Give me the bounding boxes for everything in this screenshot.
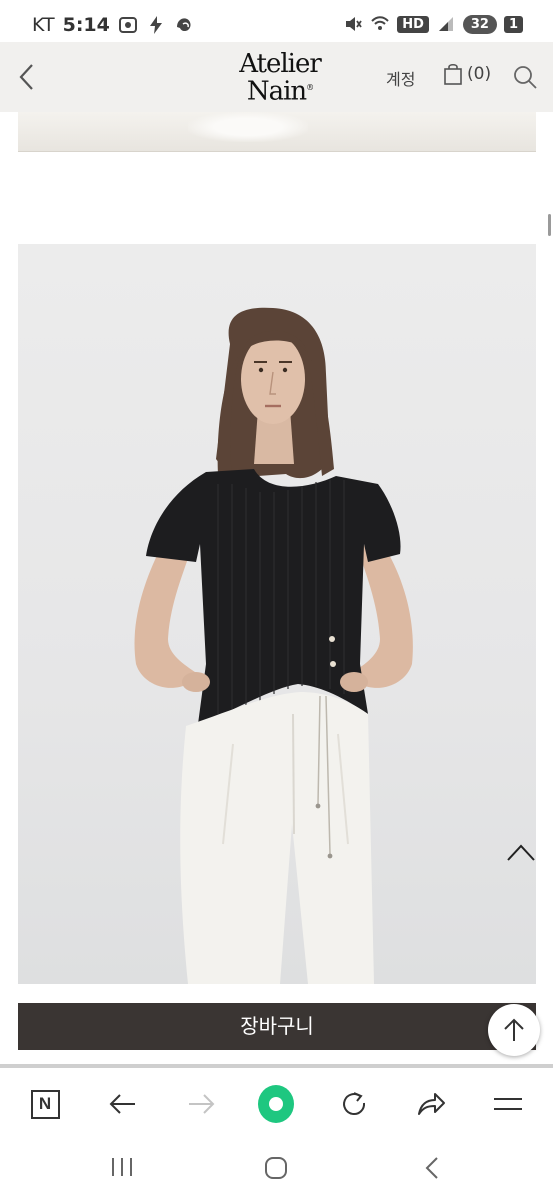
logo-line1: Atelier bbox=[239, 49, 322, 79]
arrow-up-icon bbox=[504, 1018, 524, 1041]
home-icon[interactable] bbox=[264, 1156, 288, 1180]
chevron-up-icon[interactable] bbox=[504, 840, 538, 866]
screenshot-icon bbox=[118, 17, 137, 33]
previous-product-image bbox=[18, 112, 536, 152]
arrow-left-icon bbox=[109, 1094, 135, 1114]
cart-count: (0) bbox=[467, 64, 492, 84]
browser-toolbar: N bbox=[0, 1068, 553, 1140]
site-header: Atelier Nain® 계정 (0) bbox=[0, 42, 553, 112]
signal-icon bbox=[438, 17, 453, 31]
green-dot-icon bbox=[258, 1085, 294, 1123]
arrow-right-icon bbox=[189, 1094, 215, 1114]
product-image[interactable] bbox=[18, 244, 536, 984]
system-back-icon[interactable] bbox=[422, 1156, 442, 1180]
naver-n-icon: N bbox=[30, 1089, 60, 1119]
naver-home-button[interactable]: N bbox=[27, 1086, 63, 1122]
wifi-icon bbox=[371, 16, 389, 30]
brand-logo[interactable]: Atelier Nain® bbox=[230, 49, 330, 107]
share-button[interactable] bbox=[413, 1086, 449, 1122]
account-link[interactable]: 계정 bbox=[386, 66, 415, 90]
app-notification-icon bbox=[176, 18, 191, 32]
notification-count-badge: 32 bbox=[462, 14, 497, 34]
green-dot-button[interactable] bbox=[258, 1085, 294, 1123]
logo-mark: ® bbox=[306, 83, 314, 92]
browser-back-button[interactable] bbox=[105, 1086, 141, 1122]
add-to-cart-button[interactable]: 장바구니 bbox=[18, 1003, 536, 1050]
hd-badge: HD bbox=[397, 15, 429, 33]
logo-line2: Nain bbox=[246, 76, 307, 107]
carrier-label: KT bbox=[32, 14, 55, 36]
scroll-to-top-button[interactable] bbox=[488, 1004, 540, 1056]
sim-badge: 1 bbox=[503, 15, 523, 33]
clock: 5:14 bbox=[62, 14, 110, 36]
share-icon bbox=[418, 1093, 445, 1115]
mute-icon bbox=[346, 17, 362, 31]
refresh-icon bbox=[343, 1092, 366, 1115]
status-right: HD 32 1 bbox=[343, 14, 523, 34]
browser-forward-button[interactable] bbox=[183, 1086, 219, 1122]
charging-bolt-icon bbox=[149, 16, 162, 34]
product-photo-illustration bbox=[134, 307, 413, 984]
recent-apps-icon[interactable] bbox=[110, 1156, 134, 1178]
scrollbar-thumb[interactable] bbox=[548, 214, 551, 236]
reload-button[interactable] bbox=[336, 1086, 372, 1122]
chevron-left-icon[interactable] bbox=[14, 59, 42, 95]
menu-icon bbox=[494, 1098, 522, 1110]
shopping-bag-icon bbox=[444, 63, 462, 85]
cart-link[interactable]: (0) bbox=[443, 62, 491, 86]
search-icon[interactable] bbox=[512, 64, 538, 90]
status-left: KT 5:14 bbox=[32, 14, 194, 36]
system-navigation-bar bbox=[0, 1140, 553, 1200]
browser-menu-button[interactable] bbox=[490, 1086, 526, 1122]
